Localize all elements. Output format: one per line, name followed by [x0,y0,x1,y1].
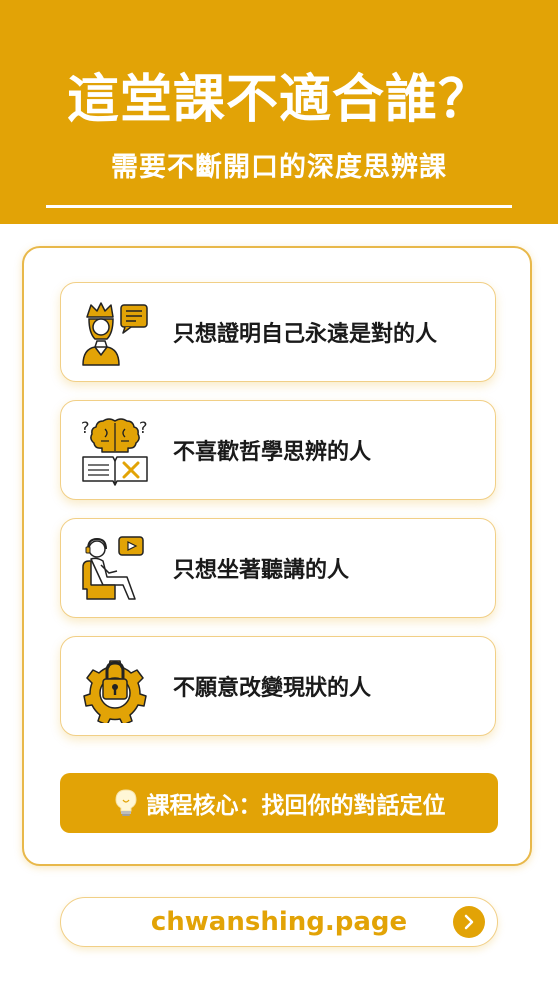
page-title: 這堂課不適合誰？ [66,70,491,130]
header-banner: 這堂課不適合誰？ 需要不斷開口的深度思辨課 [0,0,558,224]
chevron-right-icon[interactable] [453,906,485,938]
list-item: 只想證明自己永遠是對的人 [60,282,496,382]
page-subtitle: 需要不斷開口的深度思辨課 [111,152,447,183]
header-divider [46,205,512,208]
course-core-banner: 課程核心：找回你的對話定位 [60,773,498,833]
website-link-button[interactable]: chwanshing.page [60,897,498,947]
svg-text:?: ? [139,418,148,437]
person-armchair-video-icon [82,536,144,600]
list-item: 不願意改變現狀的人 [60,636,496,736]
item-label: 只想證明自己永遠是對的人 [173,322,438,347]
item-label: 不願意改變現狀的人 [173,676,372,701]
svg-text:?: ? [81,418,90,437]
brain-book-icon: ? ? [81,418,148,486]
queen-speech-icon [82,302,148,366]
list-item: ? ? 不喜歡哲學思辨的人 [60,400,496,500]
lightbulb-icon [114,789,137,816]
item-label: 不喜歡哲學思辨的人 [173,440,372,465]
gear-lock-icon [83,660,147,723]
website-url[interactable]: chwanshing.page [61,898,497,946]
list-item: 只想坐著聽講的人 [60,518,496,618]
item-label: 只想坐著聽講的人 [173,558,350,583]
banner-text: 課程核心：找回你的對話定位 [146,793,446,819]
